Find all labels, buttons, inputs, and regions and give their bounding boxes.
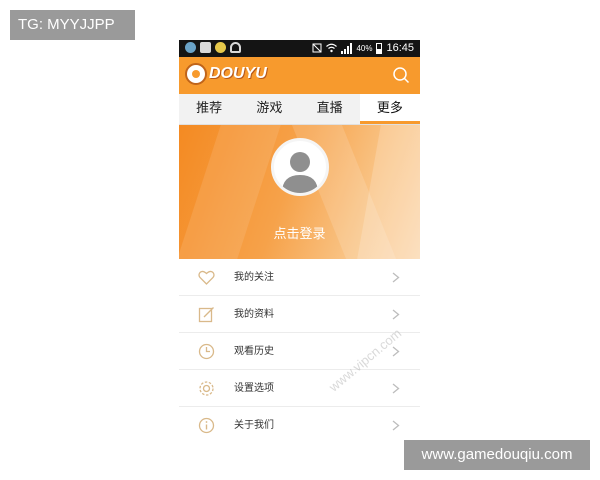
search-icon[interactable] (392, 66, 410, 84)
menu-item-label: 我的关注 (234, 272, 274, 283)
menu-list: 我的关注 我的资料 观看历史 设置选项 关于我们 (179, 259, 420, 440)
tab-more[interactable]: 更多 (359, 94, 420, 124)
nfc-icon (312, 43, 322, 53)
menu-item-follows[interactable]: 我的关注 (179, 259, 420, 296)
phone-screen: 40% 16:45 DOUYU 推荐 游戏 直播 更多 点击登录 我的关注 我的… (179, 40, 420, 440)
user-silhouette-icon (282, 152, 318, 193)
chevron-right-icon (392, 272, 400, 283)
battery-icon (376, 42, 383, 54)
menu-item-settings[interactable]: 设置选项 (179, 370, 420, 407)
info-icon (198, 417, 215, 434)
signal-icon (341, 42, 353, 54)
emoji-notification-icon (215, 42, 226, 53)
headphones-icon (230, 42, 241, 53)
heart-icon (198, 270, 215, 285)
menu-item-label: 观看历史 (234, 346, 274, 357)
status-bar: 40% 16:45 (179, 40, 420, 57)
tab-bar: 推荐 游戏 直播 更多 (179, 94, 420, 125)
tg-label: TG: MYYJJPP (10, 10, 135, 40)
menu-item-history[interactable]: 观看历史 (179, 333, 420, 370)
menu-item-label: 关于我们 (234, 420, 274, 431)
site-label: www.gamedouqiu.com (404, 440, 590, 470)
wifi-icon (326, 43, 338, 53)
tab-recommend[interactable]: 推荐 (179, 94, 239, 124)
edit-icon (198, 307, 214, 323)
menu-item-profile[interactable]: 我的资料 (179, 296, 420, 333)
chevron-right-icon (392, 309, 400, 320)
chevron-right-icon (392, 346, 400, 357)
tab-games[interactable]: 游戏 (239, 94, 299, 124)
avatar[interactable] (271, 138, 329, 196)
login-button[interactable]: 点击登录 (179, 223, 420, 242)
status-time: 16:45 (386, 42, 414, 54)
app-logo: DOUYU (185, 63, 267, 85)
menu-item-label: 我的资料 (234, 309, 274, 320)
clock-icon (198, 343, 215, 360)
app-header: DOUYU (179, 57, 420, 94)
image-notification-icon (200, 42, 211, 53)
menu-item-about[interactable]: 关于我们 (179, 407, 420, 440)
gear-icon (199, 381, 214, 396)
app-notification-icon (185, 42, 196, 53)
system-indicators: 40% 16:45 (312, 42, 414, 54)
chevron-right-icon (392, 420, 400, 431)
chevron-right-icon (392, 383, 400, 394)
tab-live[interactable]: 直播 (300, 94, 360, 124)
profile-banner: 点击登录 (179, 125, 420, 259)
logo-mascot-icon (185, 63, 207, 85)
logo-text: DOUYU (209, 65, 267, 82)
notification-icons (185, 42, 241, 53)
battery-percent: 40% (356, 43, 373, 53)
menu-item-label: 设置选项 (234, 383, 274, 394)
